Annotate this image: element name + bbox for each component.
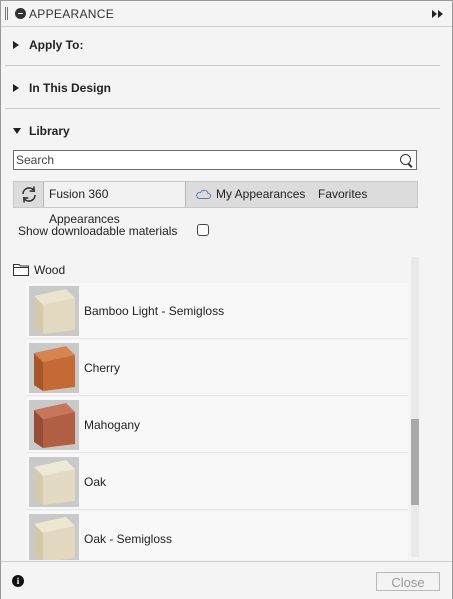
material-name: Oak - Semigloss [84, 532, 173, 546]
double-chevron-right-icon[interactable] [432, 10, 444, 18]
section-apply-to[interactable]: Apply To: [13, 38, 83, 52]
tab-fusion-360-appearances[interactable]: Fusion 360 Appearances [43, 182, 186, 226]
tab-my-appearances[interactable]: My Appearances [211, 182, 310, 207]
search-icon[interactable] [400, 154, 411, 165]
divider [5, 65, 440, 66]
section-apply-to-label: Apply To: [29, 38, 84, 52]
material-item[interactable]: Bamboo Light - Semigloss [26, 283, 408, 339]
material-swatch [29, 514, 79, 560]
panel-footer: i Close [1, 561, 452, 599]
minus-circle-icon[interactable] [15, 8, 26, 19]
folder-wood[interactable]: Wood [34, 263, 65, 277]
section-in-this-design[interactable]: In This Design [13, 81, 111, 95]
list-scrollbar[interactable] [411, 257, 419, 557]
section-in-this-design-label: In This Design [29, 81, 112, 95]
material-name: Oak [84, 475, 107, 489]
tab-favorites[interactable]: Favorites [313, 182, 372, 207]
chevron-down-icon [13, 127, 21, 134]
drag-grip-icon[interactable] [5, 7, 8, 20]
show-downloadable-label: Show downloadable materials [18, 224, 178, 238]
folder-icon [13, 264, 29, 276]
material-item[interactable]: Oak - Semigloss [26, 511, 408, 560]
material-name: Mahogany [84, 418, 141, 432]
material-item[interactable]: Mahogany [26, 397, 408, 453]
chevron-right-icon [13, 40, 19, 49]
material-item[interactable]: Oak [26, 454, 408, 510]
search-box[interactable] [13, 150, 417, 170]
materials-list: Bamboo Light - Semigloss Cherry Mahogany [26, 283, 408, 560]
appearance-panel: APPEARANCE Apply To: In This Design Libr… [0, 0, 453, 599]
material-swatch [29, 343, 79, 393]
divider [5, 108, 440, 109]
show-downloadable-checkbox[interactable] [197, 224, 209, 236]
panel-title: APPEARANCE [29, 7, 115, 21]
refresh-button[interactable] [14, 182, 44, 207]
material-swatch [29, 457, 79, 507]
scrollbar-thumb[interactable] [411, 419, 419, 505]
material-name: Bamboo Light - Semigloss [84, 304, 225, 318]
search-input[interactable] [16, 152, 391, 168]
info-icon[interactable]: i [12, 575, 24, 587]
section-library[interactable]: Library [13, 124, 70, 138]
library-tabs: Fusion 360 Appearances My Appearances Fa… [13, 181, 418, 226]
chevron-right-icon [13, 83, 19, 92]
close-button[interactable]: Close [376, 572, 440, 591]
cloud-icon [196, 189, 211, 199]
material-name: Cherry [84, 361, 121, 375]
panel-titlebar[interactable]: APPEARANCE [1, 1, 452, 27]
material-item[interactable]: Cherry [26, 340, 408, 396]
material-swatch [29, 400, 79, 450]
refresh-icon [22, 186, 36, 203]
material-swatch [29, 286, 79, 336]
section-library-label: Library [29, 124, 70, 138]
